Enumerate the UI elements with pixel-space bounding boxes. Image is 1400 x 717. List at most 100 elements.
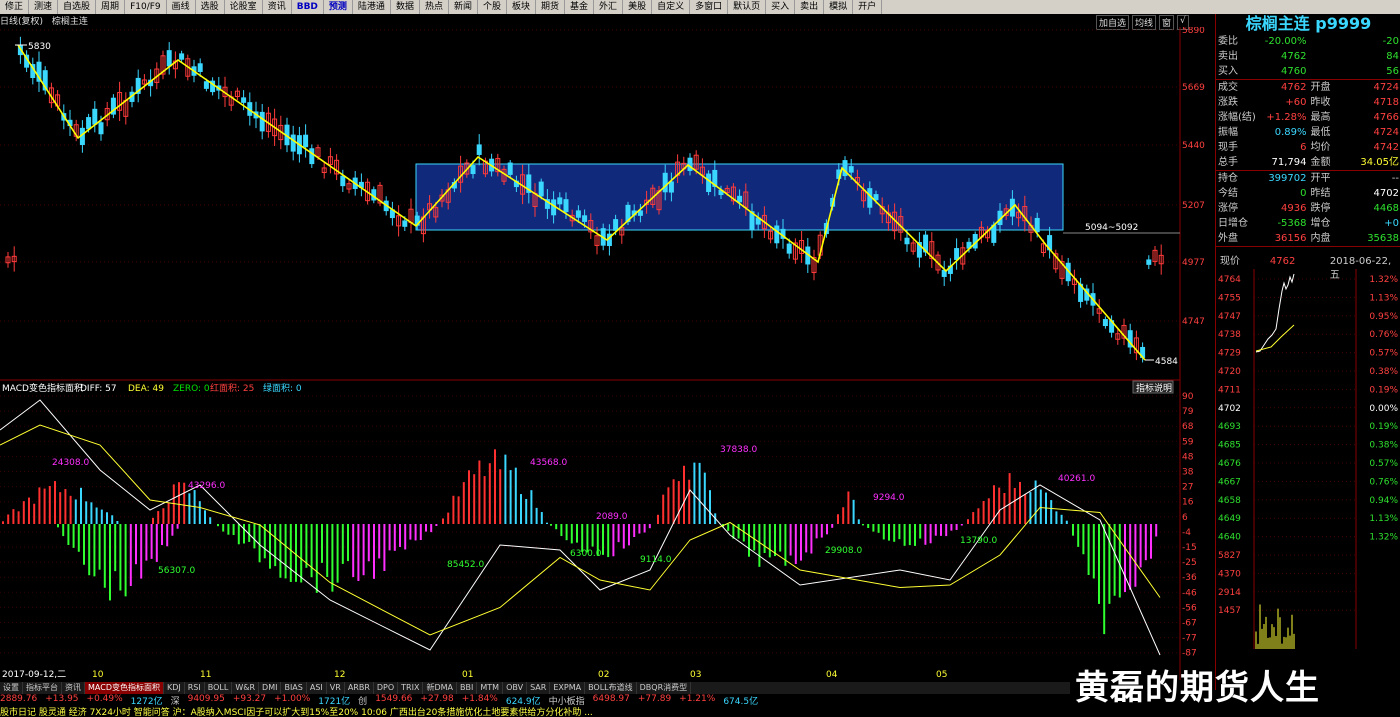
indicator-tab[interactable]: SAR: [527, 682, 550, 694]
quote-value: 4724: [1355, 80, 1400, 95]
candle-body: [508, 163, 512, 174]
candle-body: [638, 211, 642, 215]
toolbar-item[interactable]: 板块: [507, 0, 536, 14]
toolbar-item[interactable]: 数据: [391, 0, 420, 14]
indicator-tab[interactable]: DMI: [259, 682, 281, 694]
candle-body: [310, 149, 314, 164]
price-tick: 5440: [1182, 141, 1205, 151]
toolbar-item[interactable]: F10/F9: [125, 0, 167, 14]
indicator-tab[interactable]: EXPMA: [550, 682, 585, 694]
quote-value: 4718: [1355, 95, 1400, 110]
indicator-tab[interactable]: KDJ: [164, 682, 185, 694]
candle-body: [304, 135, 308, 146]
indicator-tab[interactable]: MTM: [477, 682, 503, 694]
mini-price-tick: 4649: [1218, 514, 1241, 524]
index-value: 中小板指: [549, 694, 585, 705]
month-label: 03: [690, 670, 701, 680]
toolbar-item[interactable]: 基金: [565, 0, 594, 14]
current-label: 现价: [1216, 255, 1270, 269]
toolbar-item[interactable]: 美股: [623, 0, 652, 14]
macd-tick: -4: [1182, 528, 1191, 538]
mini-price-tick: 4720: [1218, 367, 1241, 377]
index-value: +1.84%: [462, 694, 498, 705]
indicator-tab[interactable]: BOLL布道线: [585, 682, 637, 694]
indicator-tab[interactable]: ARBR: [345, 682, 374, 694]
indicator-tab[interactable]: DPO: [374, 682, 398, 694]
indicator-tab[interactable]: BIAS: [281, 682, 306, 694]
quote-label: 持仓: [1216, 171, 1262, 186]
toolbar-item[interactable]: 自定义: [652, 0, 690, 14]
toolbar-item[interactable]: 买入: [766, 0, 795, 14]
indicator-tab[interactable]: VR: [327, 682, 345, 694]
candle-body: [242, 98, 246, 102]
mini-price-tick: 4711: [1218, 385, 1241, 395]
toolbar-item[interactable]: 论股室: [225, 0, 263, 14]
toolbar-item[interactable]: 新闻: [449, 0, 478, 14]
indicator-tab[interactable]: DBQR消费型: [637, 682, 692, 694]
toolbar-item[interactable]: 预测: [324, 0, 353, 14]
macd-tick: 16: [1182, 498, 1194, 508]
quote-value: 34.05亿: [1355, 155, 1400, 170]
quote-value: --: [1355, 171, 1400, 186]
indicator-tab[interactable]: BBI: [457, 682, 477, 694]
mini-price-tick: 1457: [1218, 606, 1241, 616]
indicator-tab[interactable]: 新DMA: [423, 682, 457, 694]
macd-area-label: 9294.0: [873, 493, 905, 503]
toolbar-item[interactable]: 外汇: [594, 0, 623, 14]
toolbar-item[interactable]: 多窗口: [690, 0, 728, 14]
indicator-tab[interactable]: ASI: [307, 682, 327, 694]
toolbar-item[interactable]: 期货: [536, 0, 565, 14]
macd-tick: 59: [1182, 437, 1194, 447]
quote-value: +60: [1262, 95, 1308, 110]
toolbar-item[interactable]: 卖出: [795, 0, 824, 14]
toolbar-item[interactable]: 修正: [0, 0, 29, 14]
month-label: 10: [92, 670, 104, 680]
indicator-tab[interactable]: RSI: [185, 682, 205, 694]
toolbar-item[interactable]: 默认页: [728, 0, 766, 14]
toolbar-item[interactable]: 模拟: [824, 0, 853, 14]
toolbar-item[interactable]: BBD: [292, 0, 324, 14]
indicator-tab[interactable]: 设置: [0, 682, 23, 694]
intraday-chart[interactable]: 4764 4755 4747 4738 4729 4720 4711 4702 4693 4685…: [1216, 269, 1400, 649]
quote-row: 买入 4760 56: [1216, 64, 1400, 80]
quote-label: 现手: [1216, 140, 1262, 155]
macd-tick: 79: [1182, 407, 1194, 417]
macd-area-label: 24308.0: [52, 458, 89, 468]
mini-pct-tick: 0.38%: [1369, 367, 1398, 377]
index-value: 6498.97: [593, 694, 630, 705]
indicator-tab[interactable]: 资讯: [62, 682, 85, 694]
indicator-tab[interactable]: W&R: [232, 682, 259, 694]
mini-price-tick: 5827: [1218, 551, 1241, 561]
quote-value: 4468: [1355, 201, 1400, 216]
indicator-tab[interactable]: TRIX: [398, 682, 423, 694]
quote-label: 振幅: [1216, 125, 1262, 140]
toolbar-item[interactable]: 选股: [196, 0, 225, 14]
macd-area-label: 9114.0: [640, 555, 672, 565]
toolbar-item[interactable]: 画线: [167, 0, 196, 14]
indicator-tab[interactable]: BOLL: [205, 682, 233, 694]
toolbar-item[interactable]: 热点: [420, 0, 449, 14]
mini-pct-tick: 0.76%: [1369, 330, 1398, 340]
price-tick: 4977: [1182, 258, 1205, 268]
index-value: +27.98: [420, 694, 453, 705]
toolbar-item[interactable]: 测速: [29, 0, 58, 14]
indicator-tab[interactable]: 指标平台: [23, 682, 62, 694]
quote-value: 399702: [1262, 171, 1308, 186]
toolbar-item[interactable]: 陆港通: [353, 0, 391, 14]
toolbar-item[interactable]: 自选股: [58, 0, 96, 14]
toolbar-item[interactable]: 周期: [96, 0, 125, 14]
macd-area-label: 13790.0: [960, 536, 997, 546]
candle-body: [1035, 218, 1039, 231]
kline-chart[interactable]: 5890 5669 5440 5207 4977 4747 5830 4584 5094~509…: [0, 27, 1215, 690]
macd-tick: 27: [1182, 483, 1193, 493]
mini-pct-tick: 0.95%: [1369, 312, 1398, 322]
quote-label: 日增仓: [1216, 216, 1262, 231]
indicator-tab[interactable]: OBV: [503, 682, 527, 694]
macd-tick: -46: [1182, 588, 1197, 598]
toolbar-item[interactable]: 开户: [853, 0, 882, 14]
toolbar-item[interactable]: 个股: [478, 0, 507, 14]
toolbar-item[interactable]: 资讯: [263, 0, 292, 14]
index-value: +93.27: [233, 694, 266, 705]
indicator-tab[interactable]: MACD变色指标面积: [85, 682, 164, 694]
candle-body: [477, 145, 481, 155]
